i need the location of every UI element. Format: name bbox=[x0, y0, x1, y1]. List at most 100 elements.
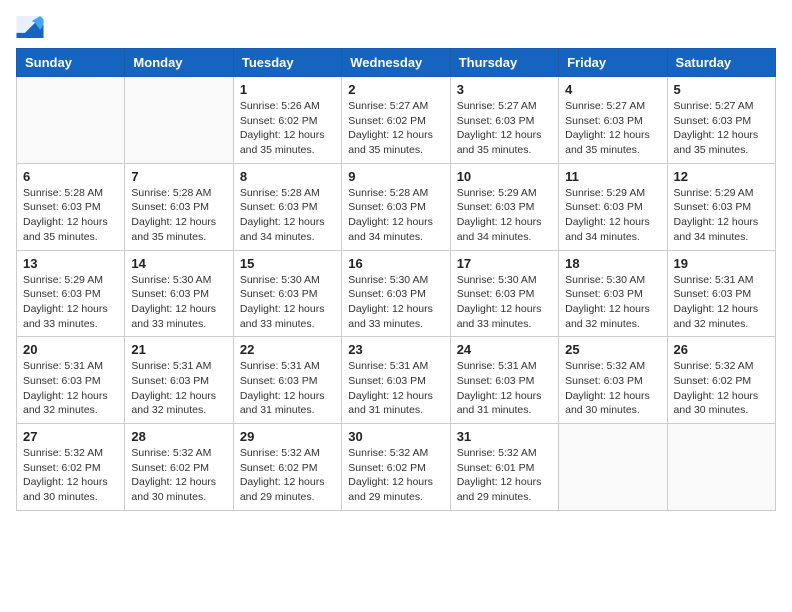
day-info: Sunrise: 5:28 AM Sunset: 6:03 PM Dayligh… bbox=[131, 186, 226, 245]
day-info: Sunrise: 5:30 AM Sunset: 6:03 PM Dayligh… bbox=[457, 273, 552, 332]
day-number: 26 bbox=[674, 342, 769, 357]
day-number: 31 bbox=[457, 429, 552, 444]
calendar-cell: 26 Sunrise: 5:32 AM Sunset: 6:02 PM Dayli… bbox=[667, 337, 775, 424]
day-info: Sunrise: 5:32 AM Sunset: 6:02 PM Dayligh… bbox=[131, 446, 226, 505]
calendar-cell: 10 Sunrise: 5:29 AM Sunset: 6:03 PM Dayli… bbox=[450, 163, 558, 250]
calendar-cell: 31 Sunrise: 5:32 AM Sunset: 6:01 PM Dayli… bbox=[450, 424, 558, 511]
day-info: Sunrise: 5:32 AM Sunset: 6:02 PM Dayligh… bbox=[23, 446, 118, 505]
day-number: 30 bbox=[348, 429, 443, 444]
calendar-cell: 18 Sunrise: 5:30 AM Sunset: 6:03 PM Dayli… bbox=[559, 250, 667, 337]
calendar-cell: 15 Sunrise: 5:30 AM Sunset: 6:03 PM Dayli… bbox=[233, 250, 341, 337]
day-number: 15 bbox=[240, 256, 335, 271]
calendar-cell: 21 Sunrise: 5:31 AM Sunset: 6:03 PM Dayli… bbox=[125, 337, 233, 424]
calendar-cell bbox=[17, 77, 125, 164]
calendar-cell: 29 Sunrise: 5:32 AM Sunset: 6:02 PM Dayli… bbox=[233, 424, 341, 511]
column-header-monday: Monday bbox=[125, 49, 233, 77]
calendar-week-row: 27Sunrise: 5:32 AM Sunset: 6:02 PM Dayli… bbox=[17, 424, 776, 511]
day-info: Sunrise: 5:27 AM Sunset: 6:02 PM Dayligh… bbox=[348, 99, 443, 158]
day-number: 18 bbox=[565, 256, 660, 271]
calendar-cell: 9 Sunrise: 5:28 AM Sunset: 6:03 PM Daylig… bbox=[342, 163, 450, 250]
day-info: Sunrise: 5:28 AM Sunset: 6:03 PM Dayligh… bbox=[23, 186, 118, 245]
calendar-cell: 11Sunrise: 5:29 AM Sunset: 6:03 PM Dayli… bbox=[559, 163, 667, 250]
day-info: Sunrise: 5:26 AM Sunset: 6:02 PM Dayligh… bbox=[240, 99, 335, 158]
page-header bbox=[16, 16, 776, 38]
column-header-friday: Friday bbox=[559, 49, 667, 77]
day-info: Sunrise: 5:30 AM Sunset: 6:03 PM Dayligh… bbox=[348, 273, 443, 332]
logo-icon bbox=[16, 16, 44, 38]
calendar-week-row: 6 Sunrise: 5:28 AM Sunset: 6:03 PM Daylig… bbox=[17, 163, 776, 250]
calendar-cell: 1 Sunrise: 5:26 AM Sunset: 6:02 PM Daylig… bbox=[233, 77, 341, 164]
day-number: 9 bbox=[348, 169, 443, 184]
day-info: Sunrise: 5:30 AM Sunset: 6:03 PM Dayligh… bbox=[565, 273, 660, 332]
day-info: Sunrise: 5:31 AM Sunset: 6:03 PM Dayligh… bbox=[457, 359, 552, 418]
day-info: Sunrise: 5:32 AM Sunset: 6:03 PM Dayligh… bbox=[565, 359, 660, 418]
day-number: 11 bbox=[565, 169, 660, 184]
day-info: Sunrise: 5:29 AM Sunset: 6:03 PM Dayligh… bbox=[23, 273, 118, 332]
day-number: 7 bbox=[131, 169, 226, 184]
day-info: Sunrise: 5:32 AM Sunset: 6:02 PM Dayligh… bbox=[240, 446, 335, 505]
day-info: Sunrise: 5:27 AM Sunset: 6:03 PM Dayligh… bbox=[674, 99, 769, 158]
day-info: Sunrise: 5:32 AM Sunset: 6:02 PM Dayligh… bbox=[674, 359, 769, 418]
calendar-cell: 27Sunrise: 5:32 AM Sunset: 6:02 PM Dayli… bbox=[17, 424, 125, 511]
day-number: 21 bbox=[131, 342, 226, 357]
day-number: 5 bbox=[674, 82, 769, 97]
day-number: 23 bbox=[348, 342, 443, 357]
column-header-wednesday: Wednesday bbox=[342, 49, 450, 77]
calendar-cell bbox=[125, 77, 233, 164]
day-number: 22 bbox=[240, 342, 335, 357]
calendar-cell: 14 Sunrise: 5:30 AM Sunset: 6:03 PM Dayli… bbox=[125, 250, 233, 337]
day-info: Sunrise: 5:32 AM Sunset: 6:01 PM Dayligh… bbox=[457, 446, 552, 505]
day-info: Sunrise: 5:28 AM Sunset: 6:03 PM Dayligh… bbox=[348, 186, 443, 245]
calendar-week-row: 20Sunrise: 5:31 AM Sunset: 6:03 PM Dayli… bbox=[17, 337, 776, 424]
calendar-cell: 8Sunrise: 5:28 AM Sunset: 6:03 PM Daylig… bbox=[233, 163, 341, 250]
calendar-cell: 2Sunrise: 5:27 AM Sunset: 6:02 PM Daylig… bbox=[342, 77, 450, 164]
day-info: Sunrise: 5:29 AM Sunset: 6:03 PM Dayligh… bbox=[457, 186, 552, 245]
day-number: 24 bbox=[457, 342, 552, 357]
day-info: Sunrise: 5:27 AM Sunset: 6:03 PM Dayligh… bbox=[457, 99, 552, 158]
day-info: Sunrise: 5:31 AM Sunset: 6:03 PM Dayligh… bbox=[131, 359, 226, 418]
day-number: 16 bbox=[348, 256, 443, 271]
day-number: 12 bbox=[674, 169, 769, 184]
calendar-cell: 16 Sunrise: 5:30 AM Sunset: 6:03 PM Dayli… bbox=[342, 250, 450, 337]
calendar-cell: 22 Sunrise: 5:31 AM Sunset: 6:03 PM Dayli… bbox=[233, 337, 341, 424]
calendar-cell: 25Sunrise: 5:32 AM Sunset: 6:03 PM Dayli… bbox=[559, 337, 667, 424]
column-header-tuesday: Tuesday bbox=[233, 49, 341, 77]
day-info: Sunrise: 5:30 AM Sunset: 6:03 PM Dayligh… bbox=[240, 273, 335, 332]
calendar-header-row: SundayMondayTuesdayWednesdayThursdayFrid… bbox=[17, 49, 776, 77]
logo bbox=[16, 16, 48, 38]
day-info: Sunrise: 5:31 AM Sunset: 6:03 PM Dayligh… bbox=[240, 359, 335, 418]
day-number: 19 bbox=[674, 256, 769, 271]
column-header-thursday: Thursday bbox=[450, 49, 558, 77]
calendar-table: SundayMondayTuesdayWednesdayThursdayFrid… bbox=[16, 48, 776, 511]
calendar-cell: 3 Sunrise: 5:27 AM Sunset: 6:03 PM Daylig… bbox=[450, 77, 558, 164]
day-info: Sunrise: 5:30 AM Sunset: 6:03 PM Dayligh… bbox=[131, 273, 226, 332]
day-info: Sunrise: 5:28 AM Sunset: 6:03 PM Dayligh… bbox=[240, 186, 335, 245]
day-number: 28 bbox=[131, 429, 226, 444]
day-number: 13 bbox=[23, 256, 118, 271]
calendar-cell bbox=[667, 424, 775, 511]
day-info: Sunrise: 5:32 AM Sunset: 6:02 PM Dayligh… bbox=[348, 446, 443, 505]
day-number: 29 bbox=[240, 429, 335, 444]
day-number: 3 bbox=[457, 82, 552, 97]
calendar-cell: 30 Sunrise: 5:32 AM Sunset: 6:02 PM Dayli… bbox=[342, 424, 450, 511]
calendar-cell: 23 Sunrise: 5:31 AM Sunset: 6:03 PM Dayli… bbox=[342, 337, 450, 424]
day-info: Sunrise: 5:31 AM Sunset: 6:03 PM Dayligh… bbox=[348, 359, 443, 418]
calendar-cell: 7 Sunrise: 5:28 AM Sunset: 6:03 PM Daylig… bbox=[125, 163, 233, 250]
day-number: 4 bbox=[565, 82, 660, 97]
day-number: 17 bbox=[457, 256, 552, 271]
day-number: 14 bbox=[131, 256, 226, 271]
calendar-cell: 4 Sunrise: 5:27 AM Sunset: 6:03 PM Daylig… bbox=[559, 77, 667, 164]
calendar-cell: 12 Sunrise: 5:29 AM Sunset: 6:03 PM Dayli… bbox=[667, 163, 775, 250]
day-info: Sunrise: 5:31 AM Sunset: 6:03 PM Dayligh… bbox=[23, 359, 118, 418]
calendar-week-row: 13 Sunrise: 5:29 AM Sunset: 6:03 PM Dayli… bbox=[17, 250, 776, 337]
calendar-cell: 19Sunrise: 5:31 AM Sunset: 6:03 PM Dayli… bbox=[667, 250, 775, 337]
day-info: Sunrise: 5:27 AM Sunset: 6:03 PM Dayligh… bbox=[565, 99, 660, 158]
day-info: Sunrise: 5:29 AM Sunset: 6:03 PM Dayligh… bbox=[674, 186, 769, 245]
calendar-cell: 28 Sunrise: 5:32 AM Sunset: 6:02 PM Dayli… bbox=[125, 424, 233, 511]
calendar-cell: 24 Sunrise: 5:31 AM Sunset: 6:03 PM Dayli… bbox=[450, 337, 558, 424]
day-number: 1 bbox=[240, 82, 335, 97]
day-number: 6 bbox=[23, 169, 118, 184]
day-number: 10 bbox=[457, 169, 552, 184]
column-header-sunday: Sunday bbox=[17, 49, 125, 77]
calendar-cell: 20Sunrise: 5:31 AM Sunset: 6:03 PM Dayli… bbox=[17, 337, 125, 424]
